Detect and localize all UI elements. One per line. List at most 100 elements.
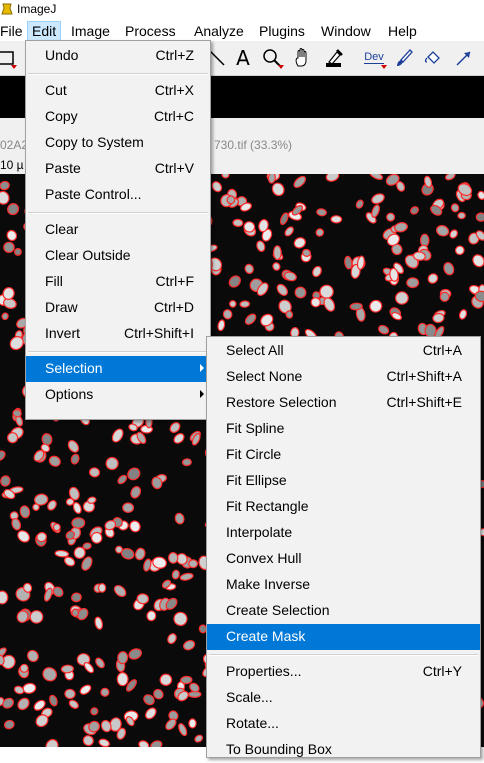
window-title: ImageJ (17, 2, 57, 16)
menu-item-label: Make Inverse (226, 576, 311, 592)
menu-window[interactable]: Window (317, 22, 375, 40)
menu-item-interpolate[interactable]: Interpolate (207, 520, 480, 546)
menu-item-to-bounding-box[interactable]: To Bounding Box (207, 737, 480, 763)
menu-item-label: Clear Outside (45, 247, 131, 263)
menu-bar: File Edit Image Process Analyze Plugins … (0, 20, 484, 41)
menu-item-label: Fit Spline (226, 420, 285, 436)
menu-item-label: Fit Circle (226, 446, 282, 462)
menu-item-shortcut: Ctrl+C (153, 108, 194, 124)
menu-item-shortcut: Ctrl+A (422, 342, 462, 358)
dropper-tool-icon[interactable] (321, 44, 347, 71)
menu-item-fill[interactable]: Fill Ctrl+F (26, 269, 210, 295)
menu-item-label: Copy (45, 108, 78, 124)
edit-menu: Undo Ctrl+Z Cut Ctrl+X Copy Ctrl+C Copy to Sys… (25, 40, 211, 420)
menu-item-shortcut: Ctrl+Z (155, 47, 195, 63)
image-info-line: 10 µ (0, 158, 24, 172)
menu-item-options[interactable]: Options (26, 382, 210, 408)
arrow-tool-icon[interactable] (451, 44, 477, 71)
menu-item-shortcut: Ctrl+V (154, 160, 194, 176)
flood-fill-tool-icon[interactable] (420, 44, 446, 71)
menu-item-shortcut: Ctrl+Y (422, 663, 462, 679)
menu-plugins[interactable]: Plugins (255, 22, 309, 40)
menu-item-label: Interpolate (226, 524, 293, 540)
menu-item-convex-hull[interactable]: Convex Hull (207, 546, 480, 572)
menu-help[interactable]: Help (384, 22, 421, 40)
menu-item-scale[interactable]: Scale... (207, 685, 480, 711)
brush-tool-icon[interactable] (391, 44, 417, 71)
menu-item-shortcut: Ctrl+Shift+I (123, 325, 194, 341)
menu-item-label: Draw (45, 299, 78, 315)
menu-item-fit-ellipse[interactable]: Fit Ellipse (207, 468, 480, 494)
menu-item-shortcut: Ctrl+Shift+E (386, 394, 462, 410)
menu-item-invert[interactable]: Invert Ctrl+Shift+I (26, 321, 210, 347)
title-bar: ImageJ (0, 0, 484, 20)
menu-separator-highlight (28, 74, 208, 75)
selection-submenu: Select All Ctrl+A Select None Ctrl+Shift+A R… (206, 336, 481, 758)
menu-item-label: Undo (45, 47, 79, 63)
menu-item-label: Paste Control... (45, 186, 142, 202)
menu-item-clear-outside[interactable]: Clear Outside (26, 243, 210, 269)
menu-file[interactable]: File (0, 22, 27, 40)
menu-item-create-selection[interactable]: Create Selection (207, 598, 480, 624)
menu-item-label: Convex Hull (226, 550, 302, 566)
menu-item-label: Invert (45, 325, 81, 341)
rectangle-tool-icon[interactable] (0, 44, 18, 71)
menu-item-cut[interactable]: Cut Ctrl+X (26, 78, 210, 104)
submenu-arrow-icon (200, 364, 204, 372)
menu-item-fit-rectangle[interactable]: Fit Rectangle (207, 494, 480, 520)
menu-item-fit-circle[interactable]: Fit Circle (207, 442, 480, 468)
menu-process[interactable]: Process (121, 22, 180, 40)
menu-item-clear[interactable]: Clear (26, 217, 210, 243)
menu-item-label: Cut (45, 82, 67, 98)
menu-item-label: Options (45, 386, 94, 402)
menu-item-label: Selection (45, 360, 103, 376)
magnifier-tool-icon[interactable] (259, 44, 285, 71)
menu-item-make-inverse[interactable]: Make Inverse (207, 572, 480, 598)
menu-item-copy[interactable]: Copy Ctrl+C (26, 104, 210, 130)
text-tool-glyph: A (236, 45, 250, 70)
menu-item-create-mask[interactable]: Create Mask (207, 624, 480, 650)
menu-item-label: Restore Selection (226, 394, 337, 410)
menu-item-properties[interactable]: Properties... Ctrl+Y (207, 659, 480, 685)
image-title-left: 02A2 (0, 138, 29, 152)
menu-item-shortcut: Ctrl+F (155, 273, 195, 289)
menu-item-paste-control[interactable]: Paste Control... (26, 182, 210, 208)
menu-item-label: Clear (45, 221, 79, 237)
menu-item-select-all[interactable]: Select All Ctrl+A (207, 338, 480, 364)
imagej-logo-icon (1, 3, 13, 15)
menu-item-paste[interactable]: Paste Ctrl+V (26, 156, 210, 182)
menu-item-restore-selection[interactable]: Restore Selection Ctrl+Shift+E (207, 390, 480, 416)
submenu-arrow-icon (200, 390, 204, 398)
menu-edit[interactable]: Edit (27, 21, 62, 41)
menu-item-shortcut: Ctrl+X (154, 82, 194, 98)
menu-item-label: Rotate... (226, 715, 279, 731)
menu-separator-highlight (209, 655, 478, 656)
menu-item-label: Select None (226, 368, 303, 384)
menu-item-shortcut: Ctrl+D (153, 299, 194, 315)
menu-item-label: Create Selection (226, 602, 330, 618)
dev-menu-icon[interactable]: Dev (360, 44, 388, 71)
menu-item-label: Paste (45, 160, 81, 176)
image-title-right: 730.tif (33.3%) (214, 138, 293, 152)
menu-item-label: Fit Ellipse (226, 472, 287, 488)
menu-item-label: Create Mask (226, 628, 306, 644)
menu-item-fit-spline[interactable]: Fit Spline (207, 416, 480, 442)
menu-item-label: Copy to System (45, 134, 144, 150)
menu-item-copy-to-system[interactable]: Copy to System (26, 130, 210, 156)
menu-item-selection[interactable]: Selection (26, 356, 210, 382)
text-tool-icon[interactable]: A (230, 44, 256, 71)
menu-item-select-none[interactable]: Select None Ctrl+Shift+A (207, 364, 480, 390)
menu-item-rotate[interactable]: Rotate... (207, 711, 480, 737)
menu-item-label: Select All (226, 342, 284, 358)
menu-item-label: Scale... (226, 689, 273, 705)
menu-image[interactable]: Image (67, 22, 114, 40)
menu-item-label: Fill (45, 273, 63, 289)
menu-item-label: Properties... (226, 663, 302, 679)
menu-item-label: Fit Rectangle (226, 498, 309, 514)
hand-tool-icon[interactable] (290, 44, 316, 71)
menu-item-draw[interactable]: Draw Ctrl+D (26, 295, 210, 321)
menu-analyze[interactable]: Analyze (190, 22, 248, 40)
menu-separator-highlight (28, 352, 208, 353)
menu-item-undo[interactable]: Undo Ctrl+Z (26, 43, 210, 69)
menu-item-label: To Bounding Box (226, 741, 332, 757)
